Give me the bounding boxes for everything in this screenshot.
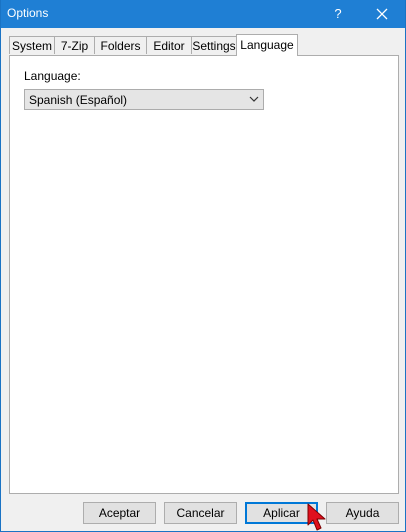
tab-label: Language [240, 38, 294, 52]
window-title: Options [7, 6, 49, 20]
ok-button-label: Aceptar [98, 506, 141, 520]
language-label: Language: [24, 69, 81, 83]
tab-folders[interactable]: Folders [94, 36, 147, 54]
tab-language[interactable]: Language [236, 34, 298, 56]
tab-settings[interactable]: Settings [191, 36, 237, 54]
close-icon [376, 8, 388, 20]
ok-button[interactable]: Aceptar [83, 502, 156, 524]
options-dialog: Options ? System 7-Zip Folders Editor Se… [0, 0, 406, 532]
tab-system[interactable]: System [9, 36, 55, 54]
close-button[interactable] [359, 0, 405, 28]
tab-label: Folders [100, 39, 141, 53]
tab-label: Settings [192, 39, 236, 53]
help-button-label: Ayuda [345, 506, 380, 520]
language-select-value: Spanish (Español) [29, 93, 128, 107]
help-title-button[interactable]: ? [315, 0, 361, 28]
title-bar[interactable]: Options ? [1, 0, 405, 28]
help-icon: ? [334, 6, 342, 21]
language-select[interactable]: Spanish (Español) [24, 89, 264, 110]
apply-button-label: Aplicar [263, 506, 300, 520]
mouse-pointer-icon [307, 503, 326, 531]
tab-editor[interactable]: Editor [146, 36, 192, 54]
tab-7zip[interactable]: 7-Zip [54, 36, 95, 54]
tab-label: 7-Zip [60, 39, 89, 53]
cancel-button[interactable]: Cancelar [164, 502, 237, 524]
tab-label: Editor [153, 39, 185, 53]
help-button[interactable]: Ayuda [326, 502, 399, 524]
language-tab-panel: Language: Spanish (Español) [9, 55, 399, 494]
tab-label: System [11, 39, 52, 53]
chevron-down-icon [249, 96, 259, 102]
cancel-button-label: Cancelar [176, 506, 225, 520]
